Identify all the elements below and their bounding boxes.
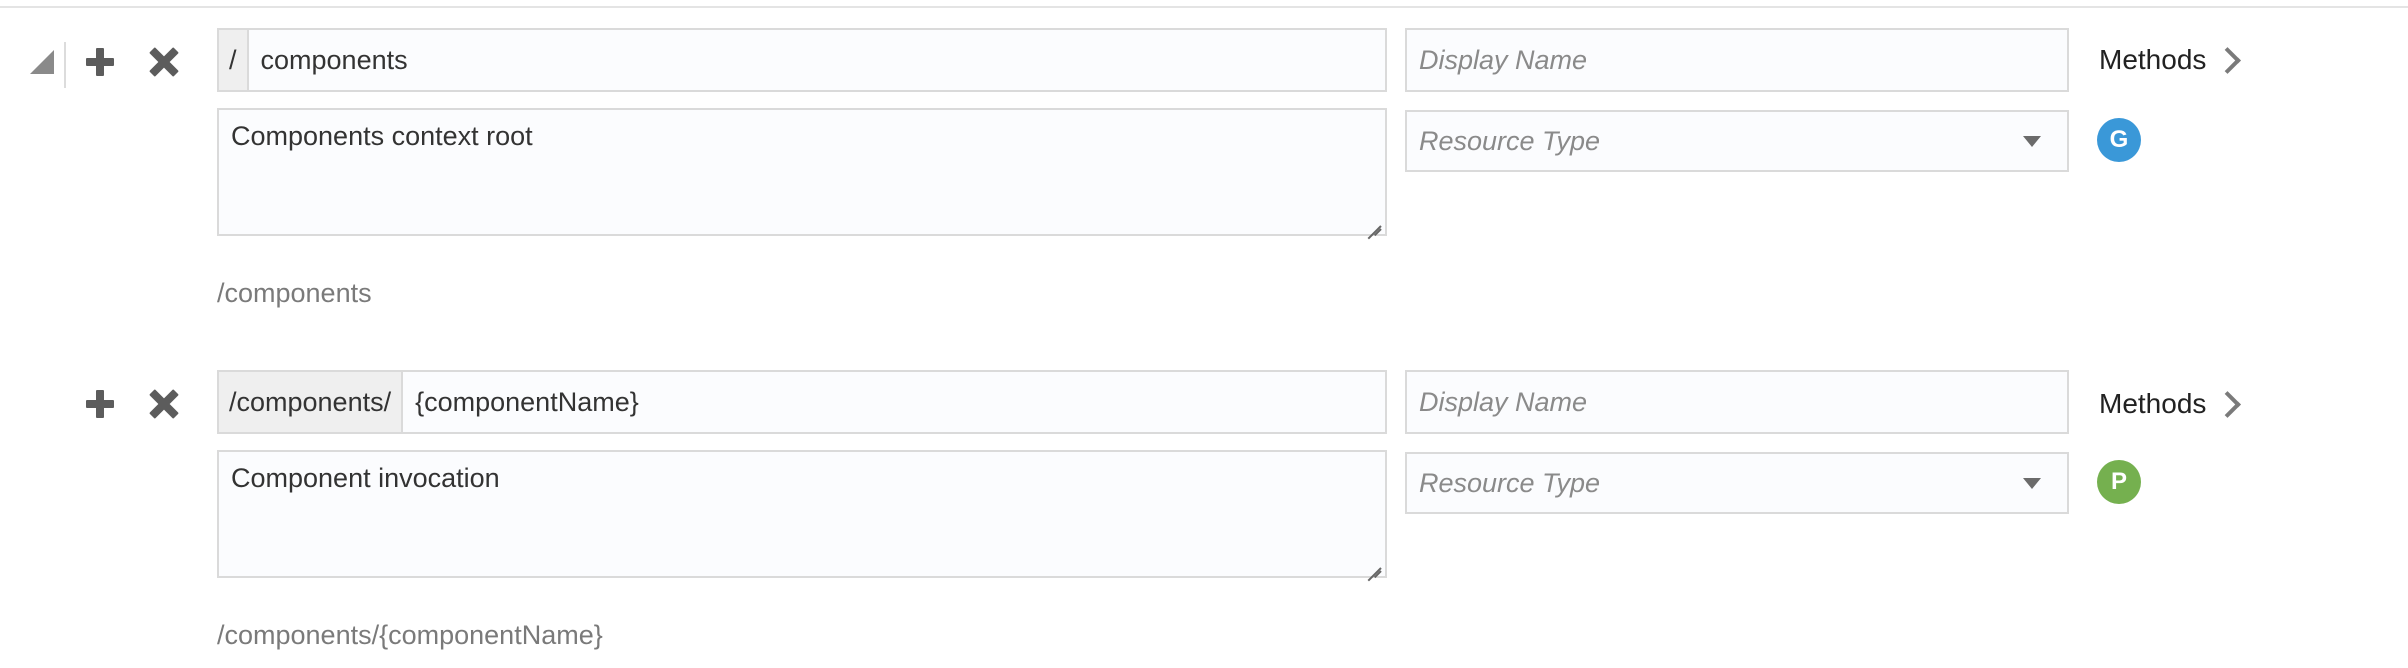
close-icon <box>149 389 179 419</box>
display-name-input[interactable] <box>1407 30 2067 90</box>
resource-path-input[interactable] <box>248 30 1385 90</box>
collapse-triangle-icon[interactable] <box>30 50 54 74</box>
chevron-right-icon <box>2214 46 2242 74</box>
methods-label: Methods <box>2099 44 2207 75</box>
description-textarea[interactable]: Components context root <box>217 108 1387 236</box>
resource-path-field: / <box>217 28 1387 92</box>
resource-type-placeholder: Resource Type <box>1419 125 1601 156</box>
resource-type-select[interactable]: Resource Type <box>1405 452 2069 514</box>
caret-down-icon <box>2023 477 2041 489</box>
resource-path-input[interactable] <box>403 372 1385 432</box>
resource-full-path: /components/{componentName} <box>217 620 603 650</box>
delete-resource-button[interactable] <box>142 382 186 426</box>
path-prefix: / <box>219 30 249 90</box>
resource-type-select[interactable]: Resource Type <box>1405 110 2069 172</box>
methods-label: Methods <box>2099 388 2207 419</box>
display-name-input[interactable] <box>1407 372 2067 432</box>
resource-type-placeholder: Resource Type <box>1419 467 1601 498</box>
description-textarea[interactable]: Component invocation <box>217 450 1387 578</box>
method-badge-get[interactable]: G <box>2097 118 2141 162</box>
chevron-right-icon <box>2214 390 2242 418</box>
tree-divider <box>64 42 66 88</box>
display-name-field <box>1405 28 2069 92</box>
caret-down-icon <box>2023 135 2041 147</box>
resource-path-field: /components/ <box>217 370 1387 434</box>
top-divider <box>0 6 2408 8</box>
path-prefix: /components/ <box>219 372 404 432</box>
add-resource-button[interactable] <box>78 382 122 426</box>
display-name-field <box>1405 370 2069 434</box>
close-icon <box>149 47 179 77</box>
resource-full-path: /components <box>217 278 372 308</box>
plus-icon <box>86 48 114 76</box>
method-badge-post[interactable]: P <box>2097 460 2141 504</box>
plus-icon <box>86 390 114 418</box>
delete-resource-button[interactable] <box>142 40 186 84</box>
add-resource-button[interactable] <box>78 40 122 84</box>
methods-link[interactable]: Methods <box>2099 42 2242 78</box>
methods-link[interactable]: Methods <box>2099 386 2242 422</box>
